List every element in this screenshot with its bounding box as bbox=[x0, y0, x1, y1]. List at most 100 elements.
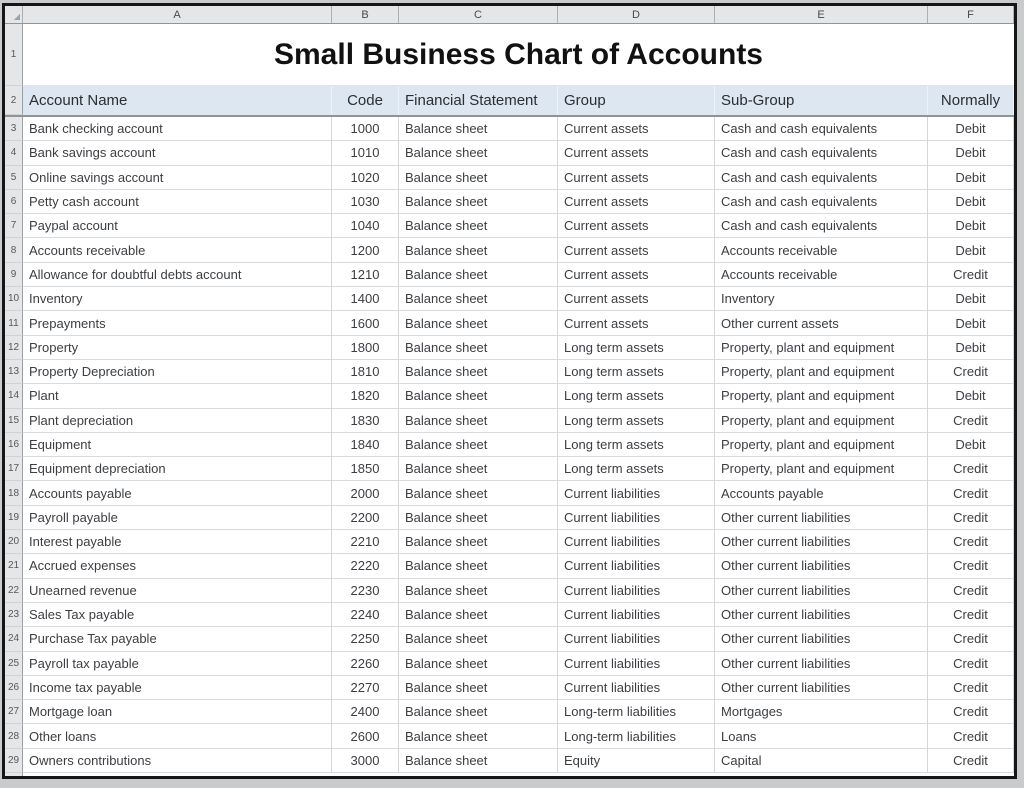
cell-account-name[interactable]: Paypal account bbox=[23, 214, 332, 238]
cell-code[interactable]: 1830 bbox=[332, 409, 399, 433]
cell-sub-group[interactable]: Other current liabilities bbox=[715, 530, 928, 554]
cell-normally[interactable]: Credit bbox=[928, 749, 1014, 773]
cell-account-name[interactable]: Payroll payable bbox=[23, 506, 332, 530]
cell-code[interactable]: 1040 bbox=[332, 214, 399, 238]
cell-account-name[interactable]: Inventory bbox=[23, 287, 332, 311]
header-cell-sub-group[interactable]: Sub-Group bbox=[715, 86, 928, 115]
cell-code[interactable]: 2600 bbox=[332, 724, 399, 748]
cell-group[interactable]: Current assets bbox=[558, 238, 715, 262]
row-number[interactable]: 21 bbox=[5, 554, 23, 578]
cell-sub-group[interactable]: Inventory bbox=[715, 287, 928, 311]
cell-code[interactable]: 1020 bbox=[332, 166, 399, 190]
cell-account-name[interactable]: Plant bbox=[23, 384, 332, 408]
header-cell-normally[interactable]: Normally bbox=[928, 86, 1014, 115]
cell-normally[interactable]: Debit bbox=[928, 214, 1014, 238]
row-number[interactable]: 17 bbox=[5, 457, 23, 481]
cell-normally[interactable]: Debit bbox=[928, 238, 1014, 262]
cell-group[interactable]: Long-term liabilities bbox=[558, 724, 715, 748]
cell-financial-statement[interactable]: Balance sheet bbox=[399, 166, 558, 190]
cell-normally[interactable]: Credit bbox=[928, 579, 1014, 603]
cell-financial-statement[interactable]: Balance sheet bbox=[399, 263, 558, 287]
cell-group[interactable]: Current assets bbox=[558, 263, 715, 287]
row-number[interactable]: 4 bbox=[5, 141, 23, 165]
cell-sub-group[interactable]: Property, plant and equipment bbox=[715, 384, 928, 408]
cell-account-name[interactable]: Accounts payable bbox=[23, 481, 332, 505]
row-number[interactable]: 22 bbox=[5, 579, 23, 603]
cell-group[interactable]: Current liabilities bbox=[558, 481, 715, 505]
cell-normally[interactable]: Debit bbox=[928, 141, 1014, 165]
cell-code[interactable]: 3000 bbox=[332, 749, 399, 773]
cell-normally[interactable]: Credit bbox=[928, 603, 1014, 627]
row-number[interactable]: 8 bbox=[5, 238, 23, 262]
cell-normally[interactable]: Debit bbox=[928, 311, 1014, 335]
cell-code[interactable]: 2260 bbox=[332, 652, 399, 676]
cell-code[interactable]: 1210 bbox=[332, 263, 399, 287]
column-header-f[interactable]: F bbox=[928, 6, 1014, 23]
cell-account-name[interactable]: Accounts receivable bbox=[23, 238, 332, 262]
cell-financial-statement[interactable]: Balance sheet bbox=[399, 311, 558, 335]
column-header-b[interactable]: B bbox=[332, 6, 399, 23]
header-cell-code[interactable]: Code bbox=[332, 86, 399, 115]
cell-normally[interactable]: Credit bbox=[928, 554, 1014, 578]
cell-sub-group[interactable]: Property, plant and equipment bbox=[715, 409, 928, 433]
cell-code[interactable]: 2240 bbox=[332, 603, 399, 627]
cell-normally[interactable]: Debit bbox=[928, 166, 1014, 190]
cell-group[interactable]: Current liabilities bbox=[558, 627, 715, 651]
cell-normally[interactable]: Debit bbox=[928, 117, 1014, 141]
cell-sub-group[interactable]: Other current liabilities bbox=[715, 579, 928, 603]
cell-financial-statement[interactable]: Balance sheet bbox=[399, 481, 558, 505]
row-number[interactable]: 7 bbox=[5, 214, 23, 238]
cell-sub-group[interactable]: Cash and cash equivalents bbox=[715, 190, 928, 214]
cell-financial-statement[interactable]: Balance sheet bbox=[399, 676, 558, 700]
cell-sub-group[interactable]: Other current liabilities bbox=[715, 506, 928, 530]
row-number[interactable]: 18 bbox=[5, 481, 23, 505]
cell-financial-statement[interactable]: Balance sheet bbox=[399, 603, 558, 627]
cell-normally[interactable]: Credit bbox=[928, 676, 1014, 700]
cell-code[interactable]: 1600 bbox=[332, 311, 399, 335]
row-number[interactable]: 5 bbox=[5, 166, 23, 190]
column-header-d[interactable]: D bbox=[558, 6, 715, 23]
select-all-corner[interactable]: ◢ bbox=[5, 6, 23, 23]
cell-financial-statement[interactable]: Balance sheet bbox=[399, 409, 558, 433]
row-number[interactable]: 24 bbox=[5, 627, 23, 651]
cell-financial-statement[interactable]: Balance sheet bbox=[399, 360, 558, 384]
header-cell-account-name[interactable]: Account Name bbox=[23, 86, 332, 115]
cell-code[interactable]: 1820 bbox=[332, 384, 399, 408]
cell-group[interactable]: Current liabilities bbox=[558, 579, 715, 603]
cell-group[interactable]: Current assets bbox=[558, 190, 715, 214]
cell-sub-group[interactable]: Other current liabilities bbox=[715, 603, 928, 627]
row-number[interactable]: 1 bbox=[5, 24, 23, 86]
cell-account-name[interactable]: Online savings account bbox=[23, 166, 332, 190]
cell-group[interactable]: Current assets bbox=[558, 214, 715, 238]
cell-normally[interactable]: Debit bbox=[928, 190, 1014, 214]
cell-normally[interactable]: Credit bbox=[928, 652, 1014, 676]
row-number[interactable]: 16 bbox=[5, 433, 23, 457]
cell-code[interactable]: 1030 bbox=[332, 190, 399, 214]
column-header-e[interactable]: E bbox=[715, 6, 928, 23]
cell-group[interactable]: Equity bbox=[558, 749, 715, 773]
cell-normally[interactable]: Debit bbox=[928, 287, 1014, 311]
cell-code[interactable]: 1000 bbox=[332, 117, 399, 141]
cell-normally[interactable]: Debit bbox=[928, 384, 1014, 408]
cell-account-name[interactable]: Income tax payable bbox=[23, 676, 332, 700]
cell-sub-group[interactable]: Property, plant and equipment bbox=[715, 433, 928, 457]
cell-group[interactable]: Current liabilities bbox=[558, 530, 715, 554]
cell-code[interactable]: 2250 bbox=[332, 627, 399, 651]
row-number[interactable]: 2 bbox=[5, 86, 23, 115]
cell-normally[interactable]: Debit bbox=[928, 336, 1014, 360]
cell-financial-statement[interactable]: Balance sheet bbox=[399, 433, 558, 457]
cell-group[interactable]: Current liabilities bbox=[558, 554, 715, 578]
cell-financial-statement[interactable]: Balance sheet bbox=[399, 336, 558, 360]
cell-sub-group[interactable]: Property, plant and equipment bbox=[715, 360, 928, 384]
cell-group[interactable]: Long term assets bbox=[558, 457, 715, 481]
cell-account-name[interactable]: Other loans bbox=[23, 724, 332, 748]
cell-code[interactable]: 1010 bbox=[332, 141, 399, 165]
cell-code[interactable]: 2230 bbox=[332, 579, 399, 603]
cell-group[interactable]: Long term assets bbox=[558, 360, 715, 384]
row-number[interactable]: 27 bbox=[5, 700, 23, 724]
cell-financial-statement[interactable]: Balance sheet bbox=[399, 724, 558, 748]
cell-code[interactable]: 1800 bbox=[332, 336, 399, 360]
cell-normally[interactable]: Credit bbox=[928, 724, 1014, 748]
cell-normally[interactable]: Credit bbox=[928, 481, 1014, 505]
cell-group[interactable]: Current liabilities bbox=[558, 676, 715, 700]
